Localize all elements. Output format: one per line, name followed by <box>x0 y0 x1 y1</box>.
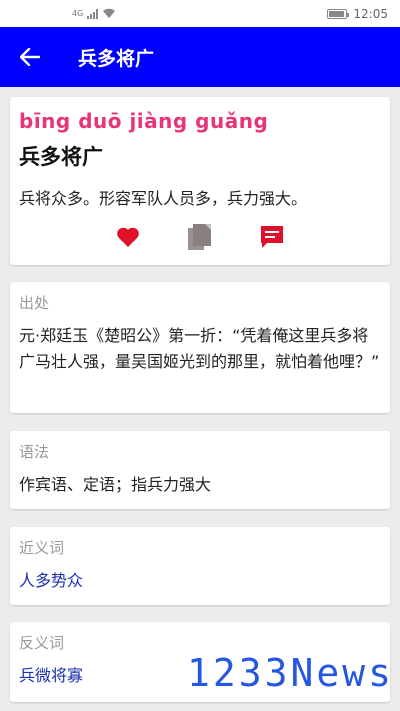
back-button[interactable] <box>0 27 60 87</box>
idiom-meaning: 兵将众多。形容军队人员多，兵力强大。 <box>19 189 308 208</box>
comment-icon <box>261 226 283 248</box>
comment-button[interactable] <box>258 223 286 251</box>
clock: 12:05 <box>353 6 388 21</box>
antonym-label: 反义词 <box>19 634 65 652</box>
grammar-content: 作宾语、定语；指兵力强大 <box>19 475 212 494</box>
copy-icon <box>188 224 211 250</box>
favorite-button[interactable] <box>114 223 142 251</box>
heart-icon <box>117 227 139 247</box>
network-type: 4G <box>72 9 84 18</box>
pinyin: bīng duō jiàng guǎng <box>19 109 269 133</box>
watermark: 1233News <box>186 651 394 695</box>
action-bar <box>10 223 390 251</box>
idiom-word: 兵多将广 <box>19 145 103 169</box>
grammar-label: 语法 <box>19 443 50 461</box>
synonym-card: 近义词 人多势众 <box>10 527 390 605</box>
wifi-icon <box>103 8 116 18</box>
status-bar: 4G 12:05 <box>0 0 400 27</box>
arrow-left-icon <box>20 48 40 66</box>
grammar-card: 语法 作宾语、定语；指兵力强大 <box>10 431 390 509</box>
source-card: 出处 元·郑廷玉《楚昭公》第一折：“凭着俺这里兵多将广马壮人强，量吴国姬光到的那… <box>10 282 390 413</box>
page-title: 兵多将广 <box>78 47 155 70</box>
signal-group: 4G <box>72 8 116 19</box>
app-bar: 兵多将广 <box>0 27 400 87</box>
source-label: 出处 <box>19 294 50 312</box>
synonym-link[interactable]: 人多势众 <box>19 568 381 594</box>
synonym-label: 近义词 <box>19 539 65 557</box>
copy-button[interactable] <box>186 223 214 251</box>
signal-icon <box>87 8 99 19</box>
idiom-card: bīng duō jiàng guǎng 兵多将广 兵将众多。形容军队人员多，兵… <box>10 97 390 265</box>
battery-icon <box>327 8 350 19</box>
source-content: 元·郑廷玉《楚昭公》第一折：“凭着俺这里兵多将广马壮人强，量吴国姬光到的那里，就… <box>19 326 380 371</box>
